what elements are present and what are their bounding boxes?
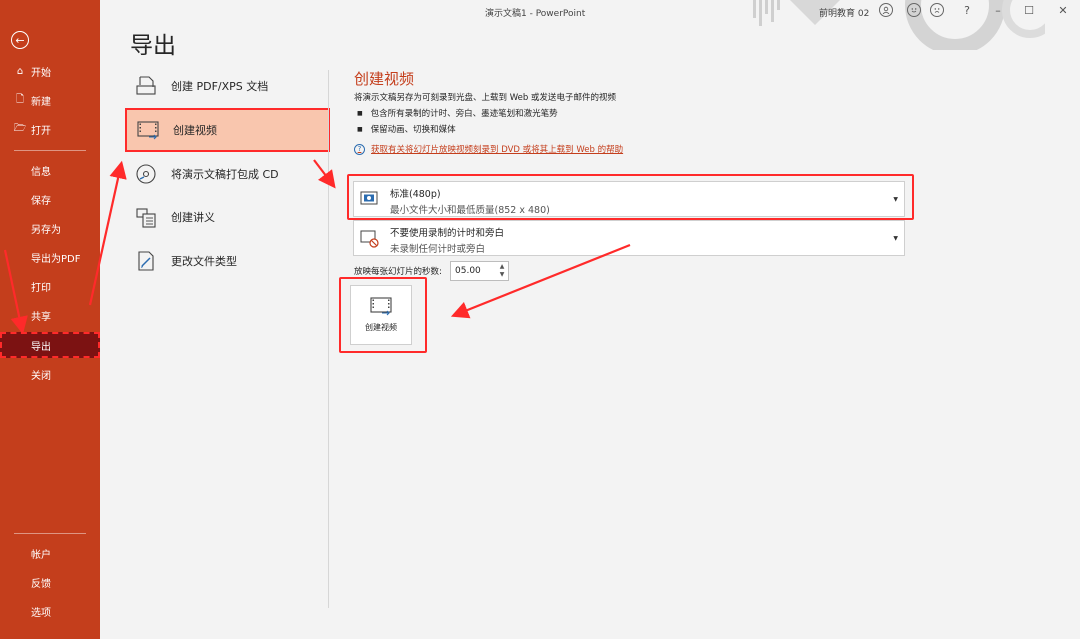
change-file-type-icon xyxy=(135,250,157,272)
sidebar-item-export-pdf[interactable]: 导出为PDF xyxy=(0,244,100,270)
section-description: 将演示文稿另存为可刻录到光盘、上载到 Web 或发送电子邮件的视频 xyxy=(354,93,616,103)
video-quality-dropdown[interactable]: 标准(480p) 最小文件大小和最低质量(852 x 480) ▼ xyxy=(353,181,905,217)
help-link-text: 获取有关将幻灯片放映视频刻录到 DVD 或将其上载到 Web 的帮助 xyxy=(371,145,624,155)
sidebar-item-options[interactable]: 选项 xyxy=(0,598,100,624)
window-title: 演示文稿1 - PowerPoint xyxy=(485,9,586,19)
minimize-icon[interactable]: – xyxy=(991,3,1005,17)
home-icon: ⌂ xyxy=(16,65,24,77)
create-video-button-label: 创建视频 xyxy=(365,323,397,332)
title-bar: 演示文稿1 - PowerPoint 前明教育 02 ? – ☐ ✕ xyxy=(100,0,1080,24)
sidebar-item-share[interactable]: 共享 xyxy=(0,302,100,328)
maximize-icon[interactable]: ☐ xyxy=(1022,3,1036,17)
sidebar-item-feedback[interactable]: 反馈 xyxy=(0,569,100,595)
seconds-per-slide-spinner[interactable]: 05.00 ▲ ▼ xyxy=(450,261,509,281)
close-icon[interactable]: ✕ xyxy=(1056,3,1070,17)
option-label: 创建讲义 xyxy=(171,211,215,224)
sidebar-divider xyxy=(14,150,86,151)
option-label: 创建 PDF/XPS 文档 xyxy=(171,80,269,93)
video-film-icon xyxy=(370,296,392,316)
dropdown-subtext: 最小文件大小和最低质量(852 x 480) xyxy=(390,205,550,216)
sidebar-item-close[interactable]: 关闭 xyxy=(0,361,100,387)
option-label: 更改文件类型 xyxy=(171,255,237,268)
create-video-button[interactable]: 创建视频 xyxy=(350,285,412,345)
open-folder-icon: 🗁 xyxy=(13,122,27,134)
feature-bullet: 保留动画、切换和媒体 xyxy=(357,123,456,135)
smiley-icon[interactable] xyxy=(907,3,921,17)
new-document-icon: 🗋 xyxy=(15,93,25,105)
video-film-icon xyxy=(137,119,159,141)
sidebar-item-label: 新建 xyxy=(31,96,51,108)
chevron-down-icon: ▼ xyxy=(893,235,898,242)
sidebar-divider xyxy=(14,533,86,534)
frown-icon[interactable] xyxy=(930,3,944,17)
user-name[interactable]: 前明教育 02 xyxy=(819,6,869,19)
timing-narration-dropdown[interactable]: 不要使用录制的计时和旁白 未录制任何计时或旁白 ▼ xyxy=(353,220,905,256)
spinner-arrows-icon[interactable]: ▲ ▼ xyxy=(496,263,508,279)
sidebar-item-save[interactable]: 保存 xyxy=(0,186,100,212)
option-create-handouts[interactable]: 创建讲义 xyxy=(125,195,330,239)
dropdown-subtext: 未录制任何计时或旁白 xyxy=(390,244,486,255)
backstage-sidebar: ← ⌂ 开始 🗋 新建 🗁 打开 信息 保存 另存为 导出为PDF 打印 共享 … xyxy=(0,0,100,639)
handout-icon xyxy=(135,206,157,228)
cd-disc-icon xyxy=(135,163,157,185)
option-label: 创建视频 xyxy=(173,124,217,137)
dropdown-value: 不要使用录制的计时和旁白 xyxy=(390,228,505,239)
seconds-value: 05.00 xyxy=(455,266,481,276)
option-package-cd[interactable]: 将演示文稿打包成 CD xyxy=(125,152,330,196)
section-title: 创建视频 xyxy=(354,70,415,88)
option-create-video[interactable]: 创建视频 xyxy=(125,108,330,152)
sidebar-item-save-as[interactable]: 另存为 xyxy=(0,215,100,241)
sidebar-item-home[interactable]: ⌂ 开始 xyxy=(0,58,100,84)
no-timing-icon xyxy=(360,230,379,248)
question-icon: ? xyxy=(354,143,365,155)
page-title: 导出 xyxy=(130,33,176,59)
avatar-icon[interactable] xyxy=(879,3,893,17)
help-link[interactable]: ? 获取有关将幻灯片放映视频刻录到 DVD 或将其上载到 Web 的帮助 xyxy=(354,143,623,155)
seconds-per-slide-label: 放映每张幻灯片的秒数: xyxy=(354,267,442,277)
pdf-document-icon xyxy=(135,75,157,97)
feature-bullet: 包含所有录制的计时、旁白、墨迹笔划和激光笔势 xyxy=(357,107,558,119)
dropdown-value: 标准(480p) xyxy=(390,189,441,200)
sidebar-item-new[interactable]: 🗋 新建 xyxy=(0,87,100,113)
sidebar-item-info[interactable]: 信息 xyxy=(0,157,100,183)
option-label: 将演示文稿打包成 CD xyxy=(171,168,279,181)
help-icon[interactable]: ? xyxy=(960,3,974,17)
panel-divider xyxy=(328,70,329,608)
sidebar-item-account[interactable]: 帐户 xyxy=(0,540,100,566)
chevron-down-icon: ▼ xyxy=(893,196,898,203)
sidebar-item-label: 开始 xyxy=(31,67,51,79)
sidebar-item-label: 打开 xyxy=(31,125,51,137)
sidebar-item-export[interactable]: 导出 xyxy=(0,332,100,358)
presentation-quality-icon xyxy=(360,191,378,207)
sidebar-item-print[interactable]: 打印 xyxy=(0,273,100,299)
option-create-pdf-xps[interactable]: 创建 PDF/XPS 文档 xyxy=(125,64,330,108)
sidebar-item-open[interactable]: 🗁 打开 xyxy=(0,116,100,142)
back-arrow-icon[interactable]: ← xyxy=(11,31,29,49)
option-change-file-type[interactable]: 更改文件类型 xyxy=(125,239,330,283)
